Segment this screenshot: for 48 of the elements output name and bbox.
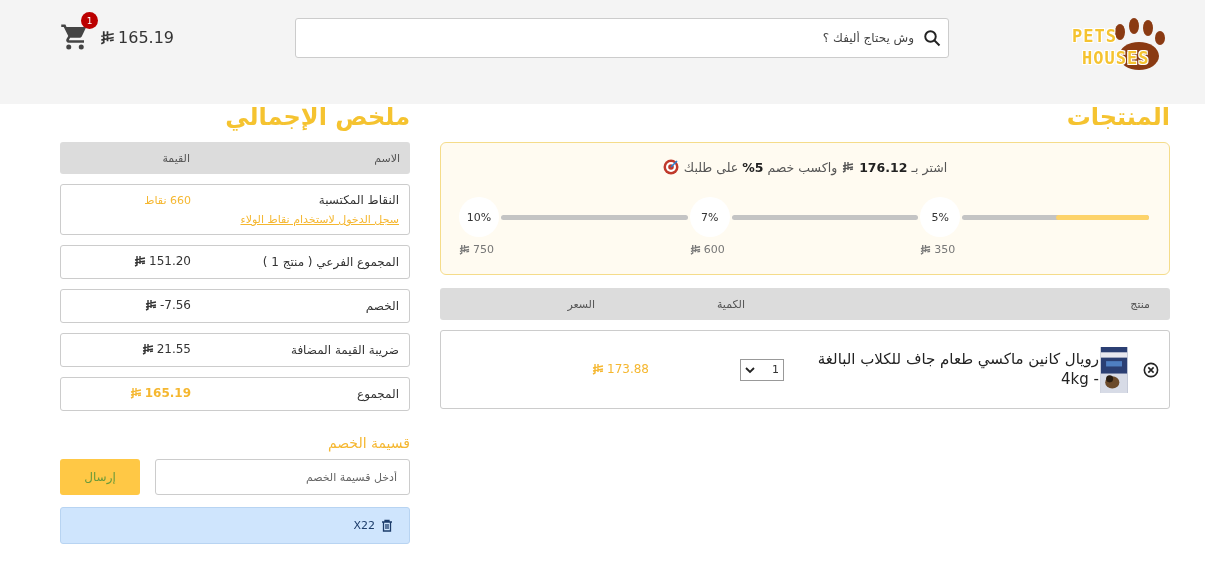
column-header: السعر	[566, 297, 596, 311]
send-button[interactable]: إرسال	[60, 459, 140, 495]
quantity-select[interactable]: 1	[740, 358, 784, 381]
summary-label: المجموع الفرعي ( منتج 1 )	[261, 255, 399, 269]
riyal-icon	[842, 161, 855, 173]
riyal-icon	[592, 363, 604, 375]
cart-total: 165.19	[118, 27, 174, 47]
column-header: الاسم	[373, 151, 400, 165]
milestone-amount: 350	[934, 243, 956, 256]
milestone-amount: 750	[473, 243, 494, 256]
cart-count-badge: 1	[81, 12, 98, 29]
logo-text: PETS	[1072, 26, 1117, 46]
riyal-icon	[689, 244, 701, 255]
milestone-percent: 10%	[459, 197, 499, 237]
login-link[interactable]: سجل الدخول لاستخدام نقاط الولاء	[71, 213, 399, 226]
milestone-percent: 7%	[689, 197, 730, 237]
milestone-amount: 600	[703, 243, 725, 256]
trash-icon[interactable]	[381, 519, 393, 532]
summary-label: المجموع	[356, 387, 399, 401]
column-header: منتج	[1129, 297, 1150, 311]
coupon-code: X22	[353, 519, 375, 532]
riyal-icon	[134, 255, 146, 267]
search-icon[interactable]	[923, 29, 941, 47]
riyal-icon	[144, 299, 157, 311]
summary-label: ضريبة القيمة المضافة	[289, 343, 399, 357]
riyal-icon	[129, 387, 142, 399]
section-title: ملخص الإجمالي	[224, 104, 410, 130]
coupon-title: قسيمة الخصم	[326, 435, 410, 451]
riyal-icon	[459, 244, 470, 255]
summary-value: 165.19	[144, 386, 191, 400]
summary-value: 151.20	[149, 254, 191, 268]
product-name[interactable]: رويال كانين ماكسي طعام جاف للكلاب البالغة - 4kg	[814, 350, 1099, 389]
summary-value: 21.55	[156, 342, 191, 356]
points-value: 660 نقاط	[143, 193, 191, 207]
riyal-icon	[141, 343, 154, 355]
column-header: الكمية	[715, 297, 746, 311]
summary-label: النقاط المكتسبة	[317, 193, 399, 207]
section-title: المنتجات	[1065, 104, 1170, 130]
summary-label: الخصم	[364, 299, 399, 313]
target-icon	[662, 159, 679, 175]
product-price: 173.88	[607, 362, 649, 376]
caret-icon	[745, 365, 755, 374]
milestone-percent: 5%	[920, 197, 961, 237]
riyal-icon	[100, 29, 115, 45]
summary-value: -7.56	[159, 298, 191, 312]
column-header: القيمة	[161, 151, 190, 165]
riyal-icon	[920, 244, 932, 255]
remove-icon[interactable]	[1143, 360, 1159, 379]
